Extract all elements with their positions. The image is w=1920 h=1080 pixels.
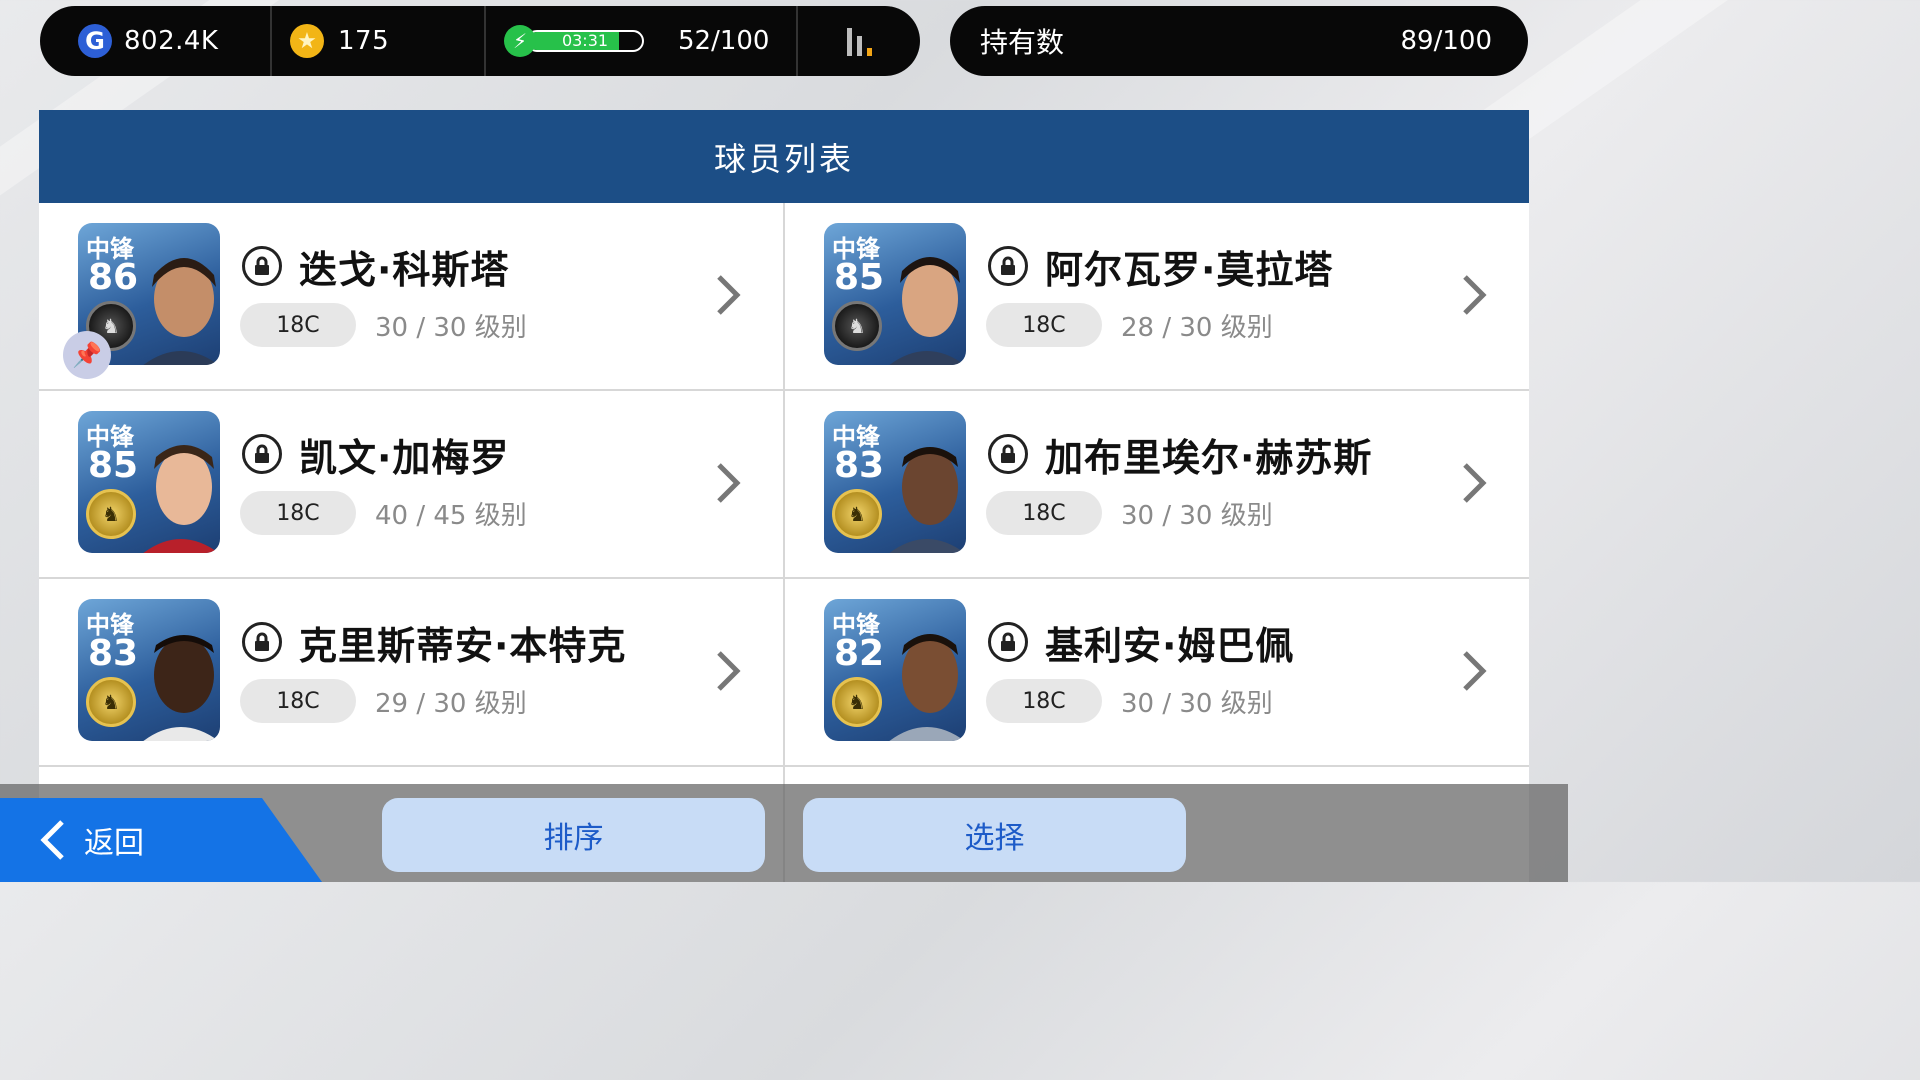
player-tag: 18C bbox=[986, 491, 1102, 535]
player-portrait: 中锋 83 ♞ bbox=[824, 411, 966, 553]
chevron-right-icon[interactable] bbox=[1459, 649, 1489, 693]
player-level: 30 / 30 级别 bbox=[1121, 501, 1273, 531]
back-label: 返回 bbox=[84, 826, 144, 861]
energy-progress-bar: 03:31 bbox=[526, 30, 644, 52]
lock-icon[interactable] bbox=[242, 246, 282, 286]
player-portrait: 中锋 83 ♞ bbox=[78, 599, 220, 741]
pin-icon[interactable]: 📌 bbox=[63, 331, 111, 379]
coin-icon: ★ bbox=[290, 24, 324, 58]
player-level: 30 / 30 级别 bbox=[375, 313, 527, 343]
player-name: 加布里埃尔·赫苏斯 bbox=[1045, 436, 1373, 480]
player-tag: 18C bbox=[986, 679, 1102, 723]
player-face-icon bbox=[889, 257, 965, 365]
player-card[interactable]: 中锋 83 ♞ 加布里埃尔·赫苏斯 18C 30 / 30 级别 bbox=[785, 391, 1529, 577]
lock-icon[interactable] bbox=[242, 622, 282, 662]
player-level: 28 / 30 级别 bbox=[1121, 313, 1273, 343]
coin-value: 175 bbox=[338, 26, 390, 56]
gp-value: 802.4K bbox=[124, 26, 219, 56]
player-face-icon bbox=[143, 635, 219, 741]
player-face-icon bbox=[889, 447, 965, 553]
resource-bar: G 802.4K ★ 175 ⚡ 03:31 52/100 bbox=[40, 6, 920, 76]
player-face-icon bbox=[143, 445, 219, 553]
player-name: 阿尔瓦罗·莫拉塔 bbox=[1045, 248, 1334, 292]
player-portrait: 中锋 85 ♞ bbox=[824, 223, 966, 365]
bar-chart-icon bbox=[846, 26, 872, 56]
club-badge-icon: ♞ bbox=[832, 301, 882, 351]
chevron-right-icon[interactable] bbox=[713, 649, 743, 693]
player-face-icon bbox=[143, 258, 219, 365]
chevron-right-icon[interactable] bbox=[713, 273, 743, 317]
player-tag: 18C bbox=[240, 491, 356, 535]
player-rating: 85 bbox=[834, 257, 885, 298]
player-name: 克里斯蒂安·本特克 bbox=[299, 624, 627, 668]
player-tag: 18C bbox=[240, 679, 356, 723]
sort-button[interactable]: 排序 bbox=[382, 798, 765, 872]
player-tag: 18C bbox=[240, 303, 356, 347]
lock-icon[interactable] bbox=[988, 622, 1028, 662]
player-card[interactable]: 中锋 85 ♞ 阿尔瓦罗·莫拉塔 18C 28 / 30 级别 bbox=[785, 203, 1529, 389]
coin-balance[interactable]: ★ 175 bbox=[272, 6, 486, 76]
player-name: 迭戈·科斯塔 bbox=[299, 248, 510, 292]
ownership-count: 89/100 bbox=[1400, 26, 1492, 56]
lock-icon[interactable] bbox=[988, 246, 1028, 286]
ownership-label: 持有数 bbox=[980, 26, 1065, 59]
player-card[interactable]: 中锋 85 ♞ 凯文·加梅罗 18C 40 / 45 级别 bbox=[39, 391, 783, 577]
chevron-right-icon[interactable] bbox=[1459, 461, 1489, 505]
energy-timer: 03:31 bbox=[561, 31, 609, 50]
player-card[interactable]: 中锋 83 ♞ 克里斯蒂安·本特克 18C 29 / 30 级别 bbox=[39, 579, 783, 765]
player-rating: 82 bbox=[834, 633, 885, 674]
ownership-bar: 持有数 89/100 bbox=[950, 6, 1528, 76]
club-badge-icon: ♞ bbox=[832, 677, 882, 727]
player-rating: 86 bbox=[88, 257, 139, 298]
chevron-left-icon bbox=[40, 820, 64, 860]
club-badge-icon: ♞ bbox=[86, 677, 136, 727]
list-title: 球员列表 bbox=[39, 110, 1529, 203]
select-button[interactable]: 选择 bbox=[803, 798, 1186, 872]
player-list: 中锋 86 ♞ 📌 迭戈·科斯塔 18C 30 / 30 级别 中锋 85 ♞ … bbox=[39, 203, 1529, 882]
lightning-icon: ⚡ bbox=[504, 25, 536, 57]
stats-button[interactable] bbox=[798, 6, 920, 76]
player-level: 29 / 30 级别 bbox=[375, 689, 527, 719]
player-level: 30 / 30 级别 bbox=[1121, 689, 1273, 719]
lock-icon[interactable] bbox=[242, 434, 282, 474]
player-card[interactable]: 中锋 82 ♞ 基利安·姆巴佩 18C 30 / 30 级别 bbox=[785, 579, 1529, 765]
club-badge-icon: ♞ bbox=[832, 489, 882, 539]
player-rating: 83 bbox=[88, 633, 139, 674]
player-portrait: 中锋 82 ♞ bbox=[824, 599, 966, 741]
chevron-right-icon[interactable] bbox=[713, 461, 743, 505]
player-card[interactable]: 中锋 86 ♞ 📌 迭戈·科斯塔 18C 30 / 30 级别 bbox=[39, 203, 783, 389]
energy-meter[interactable]: ⚡ 03:31 52/100 bbox=[486, 6, 798, 76]
player-name: 基利安·姆巴佩 bbox=[1045, 624, 1295, 668]
club-badge-icon: ♞ bbox=[86, 489, 136, 539]
player-rating: 85 bbox=[88, 445, 139, 486]
gp-icon: G bbox=[78, 24, 112, 58]
player-level: 40 / 45 级别 bbox=[375, 501, 527, 531]
gp-balance[interactable]: G 802.4K bbox=[40, 6, 272, 76]
energy-count: 52/100 bbox=[678, 26, 770, 56]
player-portrait: 中锋 85 ♞ bbox=[78, 411, 220, 553]
player-name: 凯文·加梅罗 bbox=[299, 436, 510, 480]
player-face-icon bbox=[889, 634, 965, 741]
player-rating: 83 bbox=[834, 445, 885, 486]
chevron-right-icon[interactable] bbox=[1459, 273, 1489, 317]
player-tag: 18C bbox=[986, 303, 1102, 347]
lock-icon[interactable] bbox=[988, 434, 1028, 474]
